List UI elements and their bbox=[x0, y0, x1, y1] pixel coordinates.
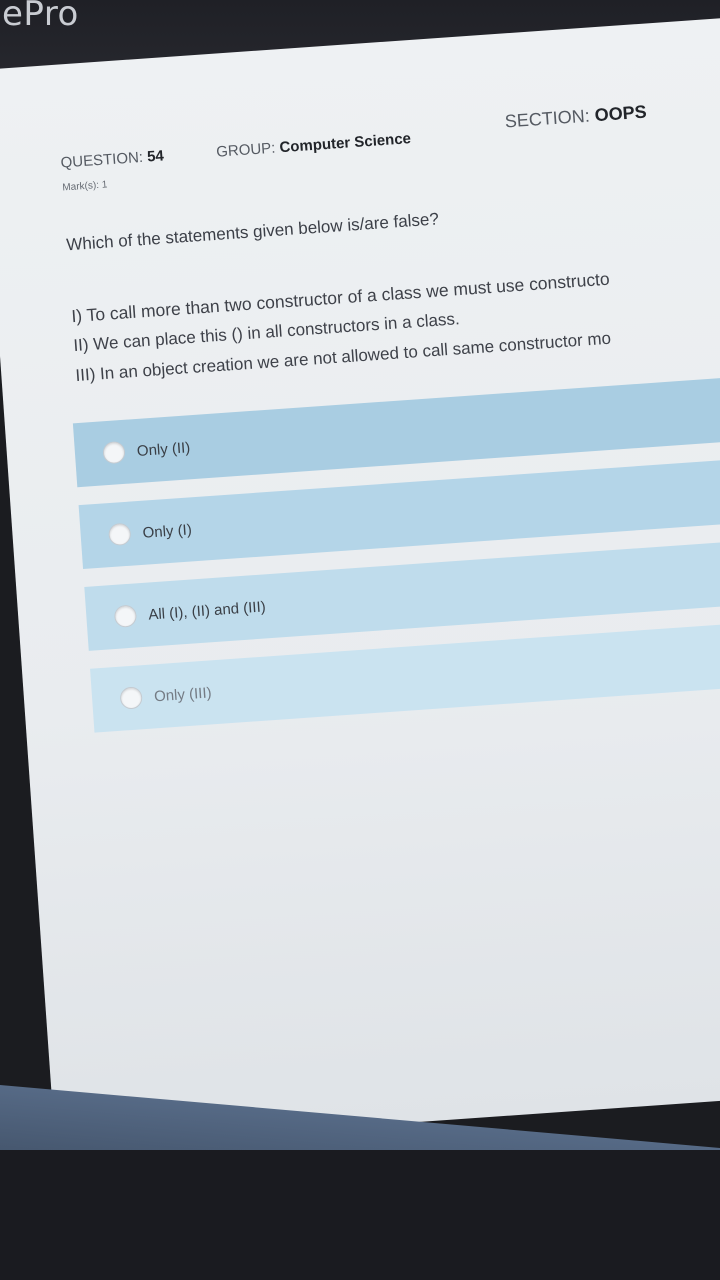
answer-option-label: Only (III) bbox=[153, 683, 213, 705]
question-section: SECTION: OOPS bbox=[504, 102, 647, 133]
section-value: OOPS bbox=[593, 101, 648, 126]
app-title: ePro bbox=[2, 0, 79, 34]
group-value: Computer Science bbox=[278, 130, 412, 157]
question-text: Which of the statements given below is/a… bbox=[65, 209, 440, 255]
radio-button-icon[interactable] bbox=[107, 522, 132, 547]
statement-list: I) To call more than two constructor of … bbox=[70, 251, 720, 391]
radio-button-icon[interactable] bbox=[113, 604, 138, 628]
question-panel: QUESTION: 54 GROUP: Computer Science SEC… bbox=[59, 84, 720, 750]
group-label: GROUP: bbox=[215, 139, 276, 161]
radio-button-icon[interactable] bbox=[119, 686, 143, 710]
answer-option-label: Only (I) bbox=[142, 520, 193, 542]
question-number-value: 54 bbox=[146, 147, 165, 166]
question-number: QUESTION: 54 bbox=[60, 147, 164, 171]
answer-option-label: All (I), (II) and (III) bbox=[147, 597, 267, 624]
answer-option-label: Only (II) bbox=[136, 438, 191, 460]
answer-options: Only (II) Only (I) All (I), (II) and (II… bbox=[72, 369, 720, 733]
marks-label: Mark(s): bbox=[62, 179, 100, 194]
radio-button-icon[interactable] bbox=[102, 440, 126, 465]
marks-value: 1 bbox=[101, 179, 108, 191]
section-label: SECTION: bbox=[504, 105, 591, 132]
question-group: GROUP: Computer Science bbox=[216, 130, 412, 161]
question-number-label: QUESTION: bbox=[60, 148, 144, 172]
monitor-frame bbox=[0, 1150, 720, 1280]
exam-page: QUESTION: 54 GROUP: Computer Science SEC… bbox=[0, 15, 720, 1148]
